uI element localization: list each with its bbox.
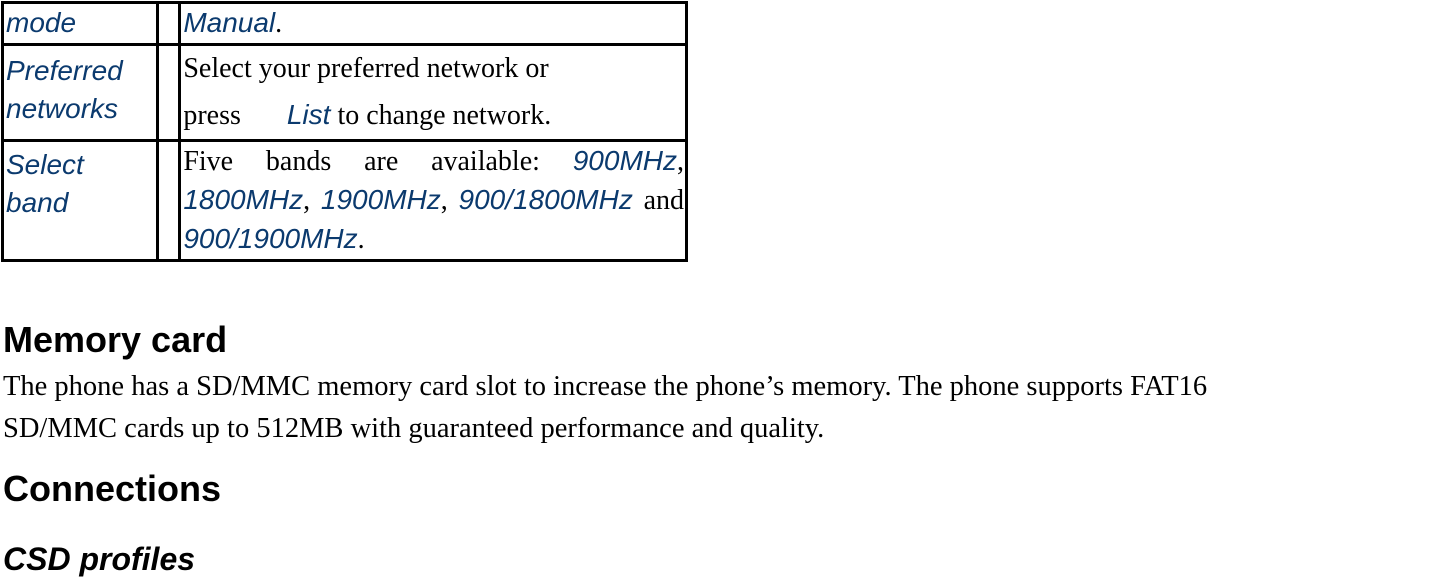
gap-cell xyxy=(156,139,182,262)
section-heading-memory-card: Memory card xyxy=(3,319,228,360)
paragraph-line: The phone has a SD/MMC memory card slot … xyxy=(3,371,1208,402)
gap-cell xyxy=(156,43,182,142)
term-cell: Preferred networks xyxy=(0,43,160,142)
term-line: Select xyxy=(6,149,84,180)
conjunction: and xyxy=(632,185,685,216)
band-option: 1800MHz xyxy=(183,184,304,215)
term-line: band xyxy=(6,187,69,218)
subheading-csd-profiles: CSD profiles xyxy=(3,541,196,577)
desc-line-1: Select your preferred network or xyxy=(183,53,549,84)
band-option: 900MHz xyxy=(572,145,677,176)
term-cell: Select band xyxy=(0,139,160,262)
punctuation: , xyxy=(303,185,311,216)
description-cell: Select your preferred network or press Lis… xyxy=(178,43,688,142)
table-row: Select band Five bands are available: 900… xyxy=(0,139,688,262)
option-manual: Manual xyxy=(183,7,276,38)
desc-press: press xyxy=(183,100,241,131)
term-line: Preferred xyxy=(6,55,123,86)
section-heading-connections: Connections xyxy=(3,468,222,509)
paragraph-line: SD/MMC cards up to 512MB with guaranteed… xyxy=(3,413,825,444)
term-line: networks xyxy=(6,93,119,124)
desc-intro: Five bands are available: xyxy=(183,146,573,177)
punctuation: , xyxy=(440,185,448,216)
desc-suffix: to change network. xyxy=(330,100,552,131)
band-option: 1900MHz xyxy=(320,184,441,215)
band-option: 900/1800MHz xyxy=(458,184,633,215)
settings-table: mode Manual. Preferred networks Select yo… xyxy=(0,1,688,262)
description-cell: Five bands are available: 900MHz, 1800MH… xyxy=(178,139,688,262)
term-mode: mode xyxy=(6,7,77,38)
gap-cell xyxy=(156,1,182,46)
table-row: Preferred networks Select your preferred … xyxy=(0,43,688,142)
description-cell: Manual. xyxy=(178,1,688,46)
punctuation: . xyxy=(275,8,283,39)
punctuation: , xyxy=(677,146,684,177)
option-list: List xyxy=(286,99,331,130)
band-option: 900/1900MHz xyxy=(183,223,358,254)
term-cell: mode xyxy=(0,1,160,46)
table-row: mode Manual. xyxy=(0,1,688,46)
memory-card-paragraph: The phone has a SD/MMC memory card slot … xyxy=(3,366,1453,450)
punctuation: . xyxy=(357,224,365,255)
